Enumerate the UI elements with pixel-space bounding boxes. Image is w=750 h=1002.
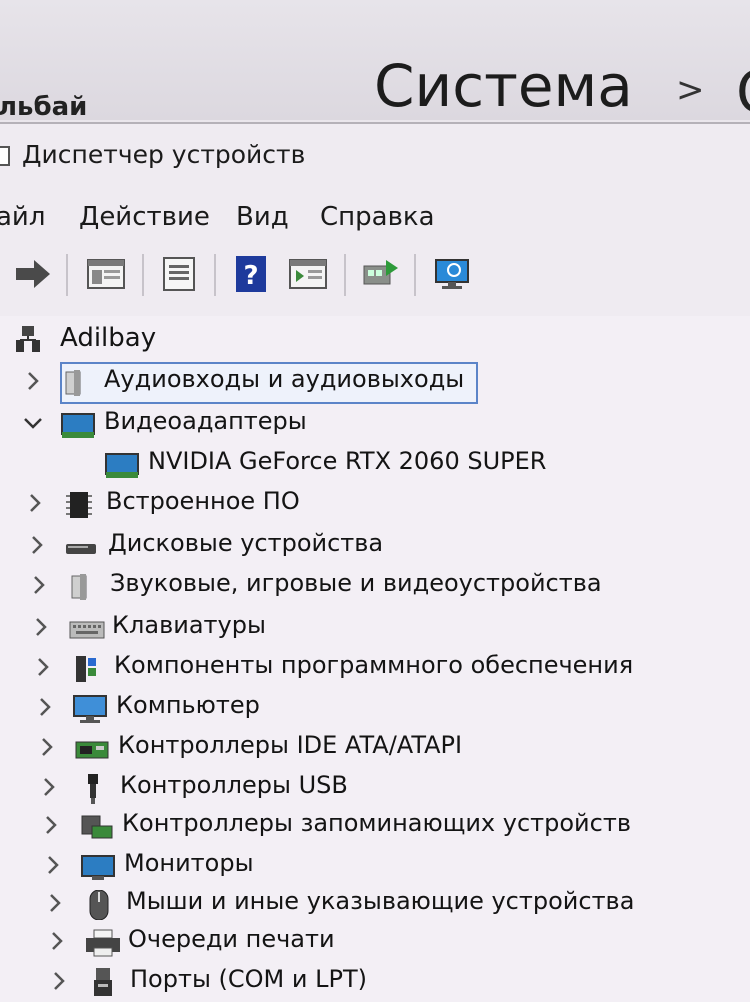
expand-chevron-icon[interactable] [46, 926, 68, 962]
port-icon [86, 968, 120, 998]
tree-category-item[interactable]: Контроллеры IDE ATA/ATAPI [0, 728, 740, 768]
settings-window-background: льбай Система > С [0, 0, 750, 126]
expand-chevron-icon[interactable] [38, 772, 60, 808]
collapse-chevron-icon[interactable] [22, 408, 44, 444]
menu-bar: айл Действие Вид Справка [0, 194, 750, 242]
tree-item-label: Компоненты программного обеспечения [114, 651, 634, 679]
expand-chevron-icon[interactable] [30, 612, 52, 648]
tree-category-item[interactable]: Аудиовходы и аудиовыходы [0, 362, 740, 402]
ide-controller-icon [74, 734, 109, 764]
expand-chevron-icon[interactable] [34, 692, 56, 728]
tree-child-item[interactable]: NVIDIA GeForce RTX 2060 SUPER [0, 444, 740, 484]
monitor-icon [80, 852, 115, 882]
title-bar: Диспетчер устройств [0, 124, 750, 190]
forward-icon[interactable] [14, 256, 50, 292]
expand-chevron-icon[interactable] [36, 732, 58, 768]
tree-item-label: Порты (COM и LPT) [130, 965, 367, 993]
toolbar-separator [344, 254, 346, 296]
toolbar-separator [142, 254, 144, 296]
update-driver-icon[interactable] [360, 256, 398, 292]
tree-category-item[interactable]: Контроллеры USB [0, 768, 740, 808]
keyboard-icon [68, 614, 105, 644]
tree-item-label: Контроллеры запоминающих устройств [122, 809, 631, 837]
storage-controller-icon [78, 812, 113, 842]
svg-text:?: ? [243, 261, 258, 291]
tree-item-label: Мониторы [124, 849, 254, 877]
breadcrumb-next-fragment: С [736, 58, 750, 126]
firmware-chip-icon [62, 490, 96, 520]
help-icon[interactable]: ? [234, 256, 270, 292]
software-component-icon [70, 654, 104, 684]
expand-chevron-icon[interactable] [24, 488, 46, 524]
tree-category-item[interactable]: Дисковые устройства [0, 526, 740, 566]
expand-chevron-icon[interactable] [28, 570, 50, 606]
menu-action[interactable]: Действие [79, 202, 210, 232]
tree-category-item[interactable]: Мыши и иные указывающие устройства [0, 884, 740, 924]
menu-file[interactable]: айл [0, 202, 45, 232]
tree-category-item[interactable]: Контроллеры запоминающих устройств [0, 806, 740, 846]
speaker-icon [60, 368, 94, 398]
disk-drive-icon [64, 532, 98, 562]
tree-item-label: Дисковые устройства [108, 529, 384, 557]
display-adapter-icon [104, 450, 139, 480]
tree-category-item[interactable]: Очереди печати [0, 922, 740, 962]
window-title: Диспетчер устройств [22, 140, 306, 169]
tree-category-item[interactable]: Клавиатуры [0, 608, 740, 648]
tree-category-item[interactable]: Звуковые, игровые и видеоустройства [0, 566, 740, 606]
computer-root-icon [12, 326, 46, 356]
tree-category-item[interactable]: Порты (COM и LPT) [0, 962, 740, 1002]
tree-item-label: Звуковые, игровые и видеоустройства [110, 569, 602, 597]
tree-category-item[interactable]: Мониторы [0, 846, 740, 886]
menu-help[interactable]: Справка [320, 202, 435, 232]
usb-icon [76, 774, 110, 804]
expand-chevron-icon[interactable] [44, 888, 66, 924]
tree-item-label: Клавиатуры [112, 611, 266, 639]
settings-page-title: Система [374, 52, 633, 120]
device-tree: Adilbay Аудиовходы и аудиовыходы Видеоада… [0, 316, 750, 1002]
expand-chevron-icon[interactable] [48, 966, 70, 1002]
show-hide-console-tree-icon[interactable] [86, 256, 125, 292]
mouse-icon [82, 889, 116, 921]
tree-item-label: Очереди печати [128, 925, 335, 953]
toolbar-separator [214, 254, 216, 296]
tree-category-item[interactable]: Встроенное ПО [0, 484, 740, 524]
expand-chevron-icon[interactable] [42, 850, 64, 886]
tree-item-label: Аудиовходы и аудиовыходы [104, 365, 465, 393]
tree-item-label: Контроллеры USB [120, 771, 348, 799]
tree-item-label: Компьютер [116, 691, 260, 719]
expand-chevron-icon[interactable] [40, 810, 62, 846]
speaker-icon [66, 572, 100, 602]
toolbar-separator [414, 254, 416, 296]
scan-hardware-icon[interactable] [432, 256, 469, 292]
tree-item-label: Контроллеры IDE ATA/ATAPI [118, 731, 463, 759]
action-pane-icon[interactable] [288, 256, 327, 292]
tree-item-label: Мыши и иные указывающие устройства [126, 887, 635, 915]
tree-category-item[interactable]: Видеоадаптеры [0, 404, 740, 444]
tree-root[interactable]: Adilbay [0, 320, 400, 360]
tree-category-item[interactable]: Компоненты программного обеспечения [0, 648, 740, 688]
expand-chevron-icon[interactable] [32, 652, 54, 688]
device-manager-app-icon [0, 146, 10, 166]
device-manager-window: Диспетчер устройств айл Действие Вид Спр… [0, 122, 750, 1002]
breadcrumb-chevron: > [676, 70, 705, 110]
properties-icon[interactable] [160, 256, 196, 292]
tree-item-label: Видеоадаптеры [104, 407, 307, 435]
user-name-fragment: льбай [0, 92, 88, 122]
tree-root-label: Adilbay [60, 323, 157, 353]
tree-item-label: Встроенное ПО [106, 487, 300, 515]
computer-monitor-icon [72, 694, 107, 724]
display-adapter-icon [60, 410, 95, 440]
expand-chevron-icon[interactable] [26, 530, 48, 566]
printer-icon [84, 928, 120, 958]
toolbar-separator [66, 254, 68, 296]
toolbar: ? [0, 246, 750, 304]
tree-category-item[interactable]: Компьютер [0, 688, 740, 728]
menu-view[interactable]: Вид [236, 202, 289, 232]
expand-chevron-icon[interactable] [22, 366, 44, 402]
tree-item-label: NVIDIA GeForce RTX 2060 SUPER [148, 447, 547, 475]
